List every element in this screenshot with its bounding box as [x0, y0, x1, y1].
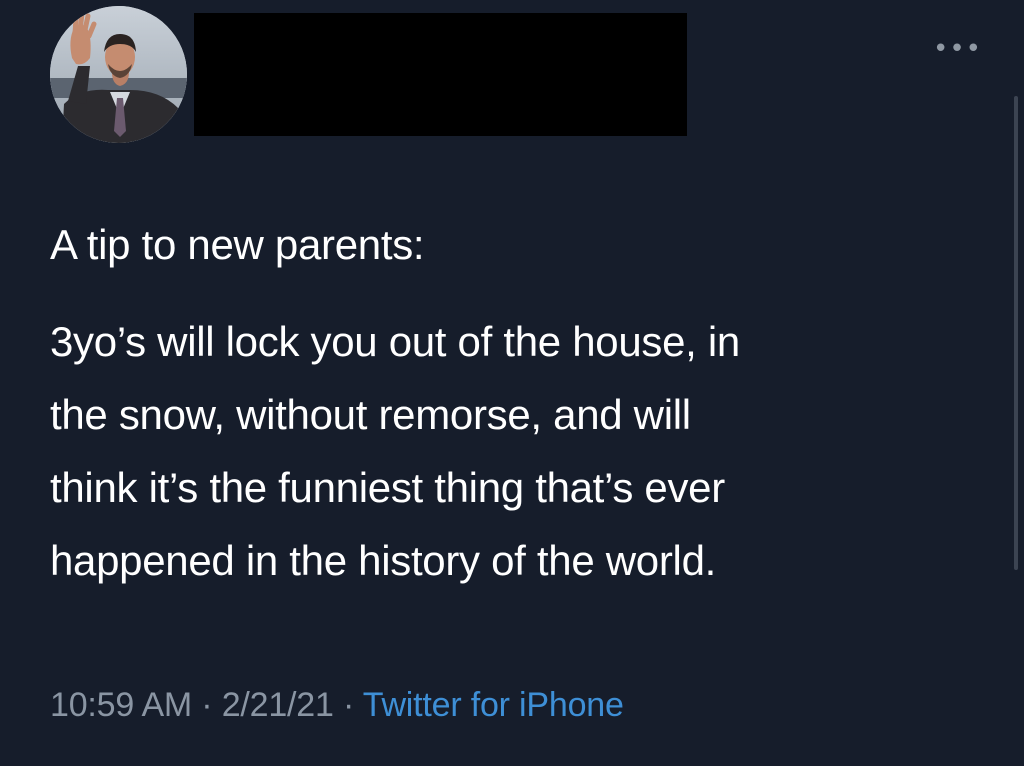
- tweet-body-line: happened in the history of the world.: [50, 537, 717, 584]
- tweet-body-line: think it’s the funniest thing that’s eve…: [50, 464, 725, 511]
- tweet-body-line: 3yo’s will lock you out of the house, in: [50, 318, 740, 365]
- meta-separator: ·: [333, 686, 363, 724]
- tweet-meta: 10:59 AM · 2/21/21 · Twitter for iPhone: [50, 683, 624, 727]
- tweet-date[interactable]: 2/21/21: [222, 686, 334, 724]
- tweet-source-link[interactable]: Twitter for iPhone: [363, 686, 624, 724]
- user-avatar-photo: [50, 6, 187, 143]
- tweet-heading: A tip to new parents:: [50, 221, 425, 268]
- tweet-body-line: the snow, without remorse, and will: [50, 391, 691, 438]
- redacted-username: [194, 13, 687, 136]
- meta-separator: ·: [192, 686, 222, 724]
- scrollbar[interactable]: [1014, 96, 1018, 570]
- tweet-body: 3yo’s will lock you out of the house, in…: [50, 305, 740, 597]
- more-options-icon[interactable]: •••: [933, 34, 982, 64]
- tweet-time[interactable]: 10:59 AM: [50, 686, 192, 724]
- avatar[interactable]: [50, 6, 187, 143]
